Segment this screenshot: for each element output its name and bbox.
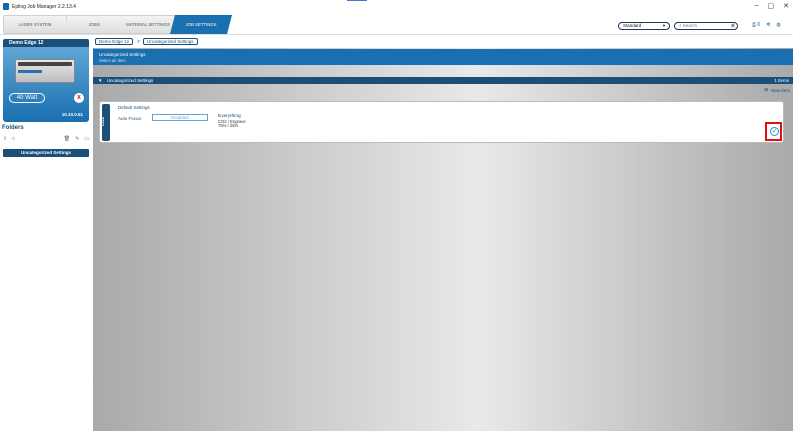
tab-job-settings[interactable]: JOB SETTINGS [170, 15, 232, 34]
auto-focus-label: Auto Focus: [118, 116, 143, 121]
search-input[interactable]: ⌕ Search ⊗ [674, 22, 738, 30]
folder-icon[interactable]: ▭ [84, 136, 89, 142]
setting-title: Default Settings [118, 105, 150, 110]
new-item-icon: ⊞ [764, 87, 768, 92]
folder-actions: 🗑 ✎ ▭ [64, 136, 89, 142]
breadcrumb-device[interactable]: Demo Edge 12 [95, 38, 134, 45]
tab-jobs[interactable]: JOBS [64, 15, 124, 34]
delete-icon[interactable]: 🗑 [64, 136, 70, 142]
globe-icon[interactable]: ◍ [776, 22, 780, 28]
edit-icon[interactable]: ✎ [75, 136, 79, 142]
minimize-button[interactable]: – [755, 2, 759, 10]
section-subtitle: Select an Item [99, 58, 126, 63]
laser-front-panel [18, 70, 42, 73]
device-name[interactable]: Demo Edge 12 [3, 39, 89, 47]
laser-type-tag: CO2 [100, 104, 110, 141]
apply-checkmark-icon[interactable]: ✓ [770, 127, 779, 136]
search-icon: ⌕ [679, 23, 682, 28]
window-title: Epilog Job Manager 2.2.13.4 [12, 3, 76, 10]
main-tabbar: LASER SYSTEM JOBS MATERIAL SETTINGS JOB … [0, 13, 793, 35]
toolbar-icons: ⎙ 0 ✲ ◍ [752, 22, 781, 28]
new-item-button[interactable]: ⊞ New Item [764, 87, 790, 93]
main-content: Demo Edge 12 > Uncategorized Settings Un… [93, 36, 793, 431]
tab-laser-system[interactable]: LASER SYSTEM [3, 15, 67, 34]
dropdown-arrow-icon: ▼ [662, 23, 666, 28]
breadcrumb-separator: > [137, 39, 140, 45]
left-sidebar: Demo Edge 12 40 Watt x 10.10.0.61 Folder… [0, 36, 92, 431]
loading-indicator [347, 0, 367, 1]
setting-details: Everything CO2 / Engrave 75% / 25% [218, 114, 246, 129]
printer-icon: ⎙ [752, 22, 757, 28]
group-header[interactable]: ▼ Uncategorized Settings 1 Items [93, 77, 793, 84]
laser-type-label: CO2 [100, 116, 106, 127]
maximize-button[interactable]: ▢ [768, 2, 775, 10]
collapse-arrow-icon[interactable]: ▼ [98, 78, 102, 83]
wattage-badge: 40 Watt [9, 93, 45, 103]
folders-heading: Folders [2, 125, 24, 131]
folder-toolbar: ⇪ ⊹ 🗑 ✎ ▭ [3, 136, 89, 142]
auto-focus-field: Disabled [152, 114, 208, 121]
title-bar: Epilog Job Manager 2.2.13.4 – ▢ ✕ [0, 0, 793, 13]
setting-power-speed: 75% / 25% [218, 123, 239, 129]
notifications-button[interactable]: ⎙ 0 [752, 22, 760, 28]
disconnected-status-icon: x [74, 93, 84, 103]
settings-gear-icon[interactable]: ✲ [766, 22, 770, 28]
close-button[interactable]: ✕ [783, 2, 789, 10]
tab-material-settings[interactable]: MATERIAL SETTINGS [116, 15, 180, 34]
notifications-count: 0 [757, 22, 761, 28]
setting-card[interactable]: CO2 Default Settings Auto Focus: Disable… [99, 101, 784, 143]
device-ip: 10.10.0.61 [61, 112, 83, 117]
group-item-count: 1 Items [774, 78, 789, 83]
section-header: Uncategorized Settings Select an Item [93, 49, 793, 65]
new-item-label: New Item [770, 87, 790, 93]
device-card[interactable]: 40 Watt x 10.10.0.61 [3, 47, 89, 122]
folder-item-uncategorized[interactable]: Uncategorized Settings [3, 149, 89, 157]
view-mode-select[interactable]: Standard ▼ [618, 22, 670, 30]
clear-search-icon[interactable]: ⊗ [731, 23, 735, 29]
breadcrumb-folder[interactable]: Uncategorized Settings [143, 38, 198, 45]
window-controls: – ▢ ✕ [755, 2, 789, 10]
view-mode-value: Standard [623, 23, 642, 28]
app-logo-icon [3, 3, 9, 10]
group-label: Uncategorized Settings [106, 78, 154, 83]
search-placeholder: Search [682, 23, 698, 28]
laser-lid [18, 62, 72, 66]
section-title: Uncategorized Settings [99, 52, 146, 57]
breadcrumb: Demo Edge 12 > Uncategorized Settings [93, 36, 793, 48]
upload-icon[interactable]: ⇪ [3, 136, 7, 142]
laser-machine-image [15, 59, 75, 83]
add-folder-icon[interactable]: ⊹ [11, 136, 15, 142]
apply-setting-highlight: ✓ [765, 122, 782, 141]
